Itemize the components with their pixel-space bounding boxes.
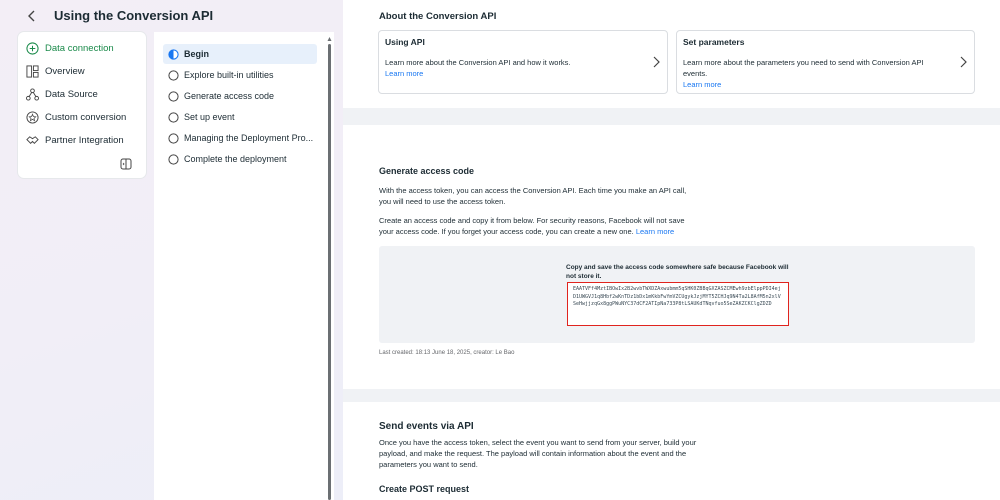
sidebar-item-partner-integration[interactable]: Partner Integration bbox=[18, 129, 146, 152]
scroll-thumb[interactable] bbox=[328, 44, 331, 500]
handshake-icon bbox=[26, 134, 39, 147]
about-section: About the Conversion API Using API Learn… bbox=[343, 0, 1000, 108]
description-text: Create an access code and copy it from b… bbox=[379, 216, 685, 236]
chevron-left-icon bbox=[28, 10, 35, 22]
send-events-section: Send events via API Once you have the ac… bbox=[343, 402, 1000, 500]
access-code-box: Copy and save the access code somewhere … bbox=[379, 246, 975, 343]
sidebar-item-label: Custom conversion bbox=[45, 112, 127, 123]
empty-circle-icon bbox=[168, 69, 179, 81]
empty-circle-icon bbox=[168, 111, 179, 123]
sidebar-item-label: Partner Integration bbox=[45, 135, 124, 146]
steps-panel: Begin Explore built-in utilities Generat… bbox=[154, 32, 334, 500]
set-parameters-card[interactable]: Set parameters Learn more about the para… bbox=[676, 30, 975, 94]
section-title: Send events via API bbox=[379, 421, 474, 432]
sidebar-item-label: Data connection bbox=[45, 43, 114, 54]
sidebar-item-data-connection[interactable]: Data connection bbox=[18, 37, 146, 60]
access-token-field[interactable]: EAATVFf4MztIBOwIx2B2wvbTWXDZAxwubmm5qSHK… bbox=[567, 282, 789, 326]
description-text: With the access token, you can access th… bbox=[379, 186, 687, 206]
description-text: Once you have the access token, select t… bbox=[379, 438, 697, 469]
plus-circle-icon bbox=[26, 42, 39, 55]
step-set-up-event[interactable]: Set up event bbox=[163, 107, 317, 127]
sidebar-item-overview[interactable]: Overview bbox=[18, 60, 146, 83]
learn-more-link[interactable]: Learn more bbox=[683, 79, 938, 90]
empty-circle-icon bbox=[168, 132, 179, 144]
star-circle-icon bbox=[26, 111, 39, 124]
sidebar-nav: Data connection Overview Data Source Cus… bbox=[18, 32, 146, 178]
section-title: About the Conversion API bbox=[379, 11, 497, 22]
page-header: Using the Conversion API bbox=[0, 0, 340, 32]
steps-scrollbar[interactable] bbox=[327, 36, 332, 500]
back-button[interactable] bbox=[22, 6, 42, 26]
step-generate-access-code[interactable]: Generate access code bbox=[163, 86, 317, 106]
learn-more-link[interactable]: Learn more bbox=[636, 227, 674, 236]
step-explore-utilities[interactable]: Explore built-in utilities bbox=[163, 65, 317, 85]
generate-access-code-section: Generate access code With the access tok… bbox=[343, 125, 1000, 389]
half-circle-icon bbox=[168, 48, 179, 60]
empty-circle-icon bbox=[168, 90, 179, 102]
empty-circle-icon bbox=[168, 153, 179, 165]
chevron-right-icon bbox=[958, 56, 968, 68]
data-source-icon bbox=[26, 88, 39, 101]
last-created-text: Last created: 18:13 June 18, 2025, creat… bbox=[379, 350, 515, 356]
save-warning: Copy and save the access code somewhere … bbox=[566, 264, 789, 280]
sidebar-toggle-icon bbox=[120, 158, 132, 170]
dashboard-icon bbox=[26, 65, 39, 78]
section-title: Generate access code bbox=[379, 166, 475, 176]
page-title: Using the Conversion API bbox=[54, 8, 214, 23]
sidebar-item-custom-conversion[interactable]: Custom conversion bbox=[18, 106, 146, 129]
collapse-sidebar-button[interactable] bbox=[120, 158, 132, 170]
step-managing-deployment[interactable]: Managing the Deployment Pro... bbox=[163, 128, 317, 148]
main-content: About the Conversion API Using API Learn… bbox=[343, 0, 1000, 500]
sidebar-item-label: Data Source bbox=[45, 89, 98, 100]
learn-more-link[interactable]: Learn more bbox=[385, 68, 640, 79]
sidebar-item-label: Overview bbox=[45, 66, 85, 77]
step-complete-deployment[interactable]: Complete the deployment bbox=[163, 149, 317, 169]
subsection-title: Create POST request bbox=[379, 484, 470, 494]
sidebar-item-data-source[interactable]: Data Source bbox=[18, 83, 146, 106]
chevron-right-icon bbox=[651, 56, 661, 68]
using-api-card[interactable]: Using API Learn more about the Conversio… bbox=[378, 30, 668, 94]
step-begin[interactable]: Begin bbox=[163, 44, 317, 64]
scroll-up-icon bbox=[327, 37, 332, 41]
